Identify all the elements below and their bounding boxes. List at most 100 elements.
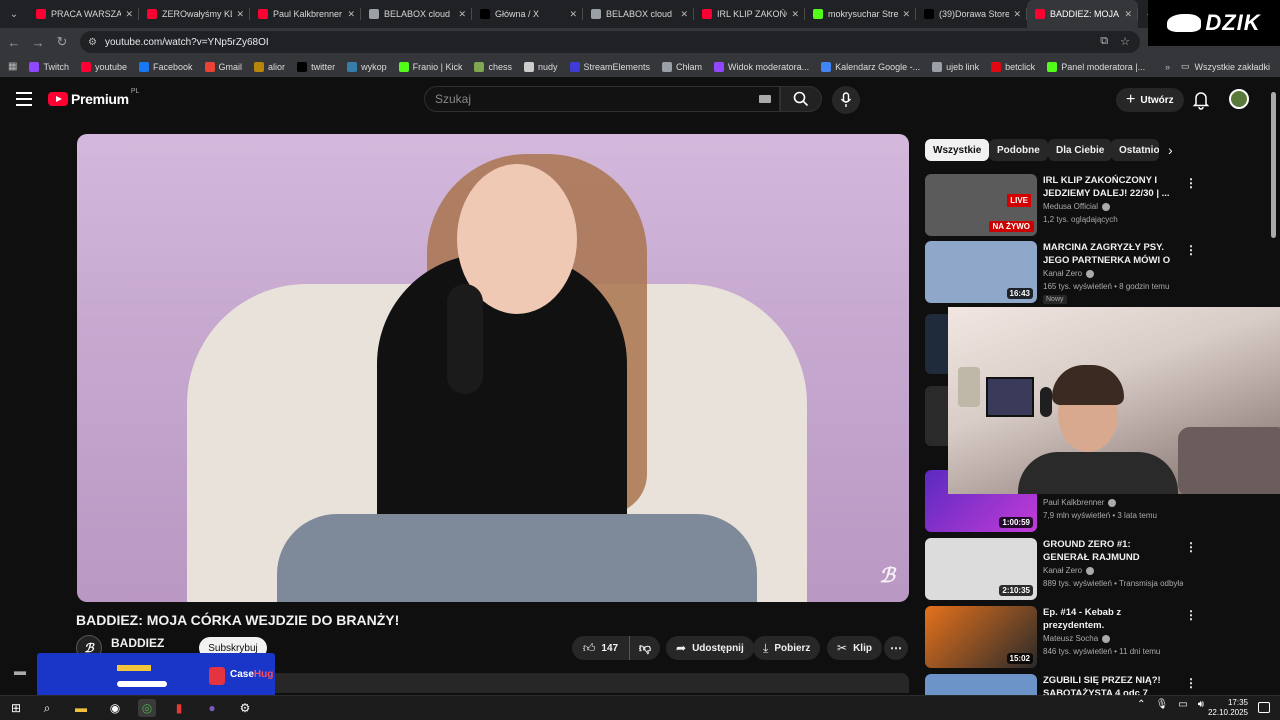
search-input[interactable]: Szukaj	[424, 86, 780, 112]
download-button[interactable]: ⤓ Pobierz	[753, 636, 821, 660]
tab-close-icon[interactable]: ✕	[236, 9, 244, 20]
tab-close-icon[interactable]: ✕	[791, 9, 799, 20]
browser-tab[interactable]: BADDIEZ: MOJA CÓRKA ✕	[1027, 0, 1138, 28]
address-bar[interactable]: ⚙ youtube.com/watch?v=YNp5rZy68OI ⧉ ☆	[80, 31, 1140, 53]
recommendation-title[interactable]: Ep. #14 - Kebab z prezydentem.	[1043, 606, 1178, 632]
chip-related[interactable]: Podobne	[989, 139, 1048, 161]
recommendation-title[interactable]: GROUND ZERO #1: GENERAŁ RAJMUND ANDRZEJC…	[1043, 538, 1178, 564]
recommendation-thumbnail[interactable]: 15:02	[925, 606, 1037, 668]
recommendation-thumbnail[interactable]: 16:43	[925, 241, 1037, 303]
windows-start-icon[interactable]: ⊞	[7, 699, 25, 717]
search-button[interactable]	[780, 86, 822, 112]
tab-close-icon[interactable]: ✕	[347, 9, 355, 20]
volume-icon[interactable]: 🔊︎	[1198, 699, 1204, 710]
recommendation-thumbnail[interactable]: LIVE NA ŻYWO	[925, 174, 1037, 236]
recommendation-thumbnail[interactable]	[925, 674, 1037, 695]
bookmark-item[interactable]: Facebook	[139, 61, 193, 72]
tab-close-icon[interactable]: ✕	[1013, 9, 1021, 20]
bookmark-item[interactable]: ujeb link	[932, 61, 979, 72]
network-icon[interactable]: ▭	[1178, 699, 1187, 710]
bookmark-item[interactable]: Twitch	[29, 61, 69, 72]
dislike-button[interactable]: 👎︎	[630, 636, 660, 660]
tab-close-icon[interactable]: ✕	[569, 9, 577, 20]
voice-search-button[interactable]	[832, 86, 860, 114]
recommendation-title[interactable]: MARCINA ZAGRYZŁY PSY. JEGO PARTNERKA MÓW…	[1043, 241, 1178, 267]
bookmark-item[interactable]: Kalendarz Google -...	[821, 61, 920, 72]
bookmark-item[interactable]: Gmail	[204, 61, 242, 72]
scrollbar-thumb[interactable]	[1271, 92, 1276, 238]
bookmark-item[interactable]: Widok moderatora...	[714, 61, 809, 72]
bookmark-item[interactable]: twitter	[297, 61, 335, 72]
chip-for-you[interactable]: Dla Ciebie	[1048, 139, 1113, 161]
account-avatar[interactable]	[1229, 89, 1249, 109]
browser-tab[interactable]: (39)Dorawa Store ✕	[916, 0, 1027, 28]
bookmark-item[interactable]: Panel moderatora |...	[1047, 61, 1145, 72]
install-app-icon[interactable]: ⧉	[1100, 35, 1108, 48]
browser-tab[interactable]: BELABOX cloud ✕	[361, 0, 472, 28]
browser-tab[interactable]: ZEROwałyśmy KLIP ✕	[139, 0, 250, 28]
chip-all[interactable]: Wszystkie	[925, 139, 990, 161]
reload-icon[interactable]: ↻	[50, 34, 74, 50]
tab-close-icon[interactable]: ✕	[680, 9, 688, 20]
recommendation-item[interactable]: ZGUBILI SIĘ PRZEZ NIĄ?! SABOTAŻYSTA 4 od…	[925, 674, 1265, 695]
microphone-tray-icon[interactable]: 🎙︎	[1156, 699, 1169, 710]
bookmark-item[interactable]: StreamElements	[569, 61, 650, 72]
bookmark-item[interactable]: Franio | Kick	[398, 61, 462, 72]
kebab-menu-icon[interactable]: ⋮	[1185, 676, 1197, 690]
back-arrow-icon[interactable]: ←	[2, 35, 26, 50]
bookmarks-overflow-icon[interactable]: »	[1165, 62, 1170, 72]
recommendation-item[interactable]: 15:02 Ep. #14 - Kebab z prezydentem. Mat…	[925, 606, 1265, 668]
clip-button[interactable]: ✂ Klip	[827, 636, 882, 660]
file-explorer-icon[interactable]: ▬	[72, 699, 90, 717]
kebab-menu-icon[interactable]: ⋮	[1185, 540, 1197, 554]
recommendation-title[interactable]: ZGUBILI SIĘ PRZEZ NIĄ?! SABOTAŻYSTA 4 od…	[1043, 674, 1178, 695]
apps-grid-icon[interactable]: ▦	[8, 61, 17, 72]
recommendation-item[interactable]: LIVE NA ŻYWO IRL KLIP ZAKOŃCZONY I JEDZI…	[925, 174, 1265, 236]
youtube-logo[interactable]: Premium PL	[48, 88, 139, 107]
taskbar-clock[interactable]: 17:35 22.10.2025	[1208, 698, 1248, 718]
bookmark-star-icon[interactable]: ☆	[1120, 35, 1130, 48]
share-button[interactable]: ➦ Udostępnij	[666, 636, 754, 660]
browser-tab[interactable]: BELABOX cloud ✕	[583, 0, 694, 28]
tab-close-icon[interactable]: ✕	[458, 9, 466, 20]
notification-icon[interactable]	[1258, 702, 1270, 713]
browser-tab[interactable]: Główna / X ✕	[472, 0, 583, 28]
more-actions-button[interactable]: ⋯	[884, 636, 908, 660]
channel-name[interactable]: BADDIEZ	[111, 636, 164, 650]
notifications-bell-icon[interactable]	[1192, 90, 1210, 110]
create-button[interactable]: + Utwórz	[1116, 88, 1184, 112]
chevron-right-icon[interactable]: ›	[1168, 142, 1173, 158]
recommendation-thumbnail[interactable]: 2:10:35	[925, 538, 1037, 600]
recommendation-channel[interactable]: Medusa Official	[1043, 202, 1110, 211]
bookmark-item[interactable]: Chłam	[662, 61, 702, 72]
channel-watermark-logo[interactable]: ℬ	[879, 563, 895, 588]
site-info-icon[interactable]: ⚙	[88, 37, 97, 48]
kebab-menu-icon[interactable]: ⋮	[1185, 176, 1197, 190]
tab-close-icon[interactable]: ✕	[1124, 9, 1132, 20]
recommendation-channel[interactable]: Mateusz Socha	[1043, 634, 1111, 643]
keyboard-icon[interactable]	[759, 95, 771, 103]
recommendation-channel[interactable]: Kanał Zero	[1043, 566, 1095, 575]
search-icon[interactable]: ⌕	[38, 699, 56, 717]
tab-search-button[interactable]: ⌄	[0, 0, 28, 28]
settings-gear-icon[interactable]: ⚙	[236, 699, 254, 717]
bookmark-item[interactable]: nudy	[523, 61, 558, 72]
recommendation-item[interactable]: 2:10:35 GROUND ZERO #1: GENERAŁ RAJMUND …	[925, 538, 1265, 600]
chip-recent[interactable]: Ostatnio	[1111, 139, 1159, 161]
tray-overflow-icon[interactable]: ⌃	[1137, 699, 1145, 710]
menu-icon[interactable]	[16, 92, 32, 106]
chrome-icon[interactable]: ◎	[138, 699, 156, 717]
recommendation-item[interactable]: 16:43 MARCINA ZAGRYZŁY PSY. JEGO PARTNER…	[925, 241, 1265, 304]
recommendation-title[interactable]: IRL KLIP ZAKOŃCZONY I JEDZIEMY DALEJ! 22…	[1043, 174, 1178, 200]
bookmark-item[interactable]: chess	[474, 61, 512, 72]
kebab-menu-icon[interactable]: ⋮	[1185, 608, 1197, 622]
browser-tab[interactable]: mokrysuchar Stream✕	[805, 0, 916, 28]
bookmark-item[interactable]: alior	[254, 61, 285, 72]
bookmark-item[interactable]: wykop	[347, 61, 387, 72]
recommendation-channel[interactable]: Paul Kalkbrenner	[1043, 498, 1117, 507]
casehug-ad-overlay[interactable]: CaseHug	[37, 653, 275, 699]
discord-icon[interactable]: ●	[203, 699, 221, 717]
page-scrollbar[interactable]	[1270, 92, 1277, 692]
browser-tab[interactable]: IRL KLIP ZAKOŃCZONY ✕	[694, 0, 805, 28]
app-icon[interactable]: ◉	[106, 699, 124, 717]
